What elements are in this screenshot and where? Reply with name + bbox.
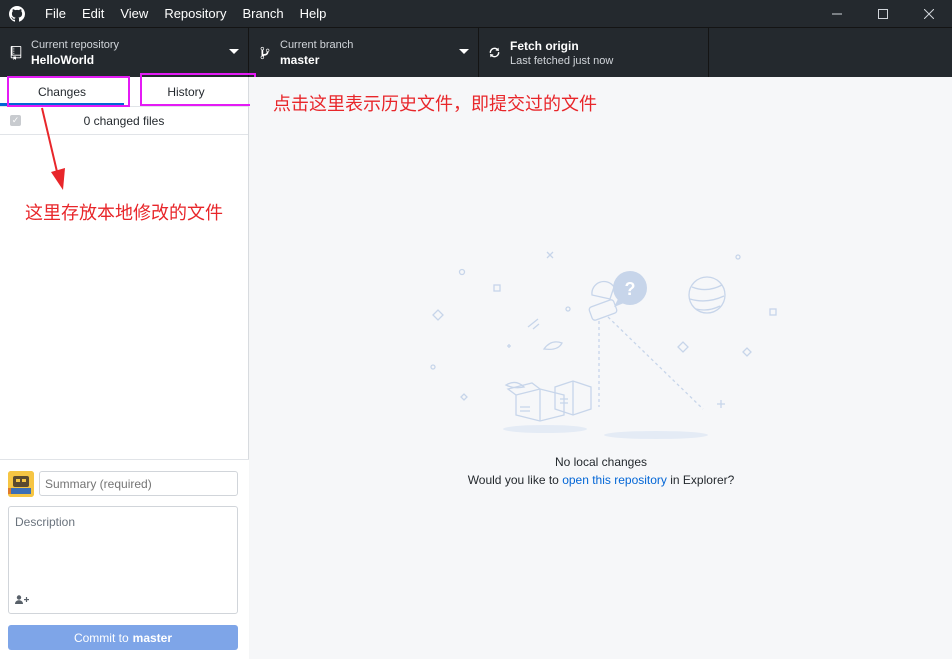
commit-button-label: Commit to [73, 630, 129, 645]
empty-state-illustration: ? [430, 251, 777, 439]
select-all-checkbox[interactable]: ✓ [10, 115, 21, 126]
menu-bar: File Edit View Repository Branch Help [37, 0, 334, 27]
svg-text:?: ? [625, 279, 636, 299]
commit-button-branch: master [132, 630, 173, 645]
menu-view[interactable]: View [112, 0, 156, 27]
changes-annotation: 这里存放本地修改的文件 [25, 203, 223, 224]
menu-file[interactable]: File [37, 0, 74, 27]
empty-state-text-after: in Explorer? [666, 473, 735, 487]
add-coauthor-icon[interactable] [15, 595, 29, 607]
empty-state-title: No local changes [554, 455, 648, 469]
sync-icon [479, 46, 510, 59]
toolbar: Current repository HelloWorld Current br… [0, 27, 952, 77]
github-logo-icon [0, 0, 34, 27]
minimize-icon [832, 13, 842, 14]
window-controls [814, 0, 952, 27]
chevron-down-icon [229, 49, 239, 54]
description-field[interactable]: Description [8, 506, 238, 614]
annotation-arrow-icon [41, 107, 65, 190]
branch-icon [249, 46, 280, 60]
maximize-icon [878, 8, 888, 19]
empty-state-text-before: Would you like to [467, 473, 563, 487]
changes-tab-highlight [7, 76, 130, 107]
avatar [8, 471, 34, 497]
close-icon [924, 8, 934, 19]
menu-branch[interactable]: Branch [234, 0, 291, 27]
close-button[interactable] [906, 0, 952, 27]
last-fetched-text: Last fetched just now [510, 54, 614, 67]
title-bar: File Edit View Repository Branch Help [0, 0, 952, 27]
current-repository-label: Current repository [31, 38, 120, 51]
history-annotation: 点击这里表示历史文件，即提交过的文件 [273, 94, 597, 115]
maximize-button[interactable] [860, 0, 906, 27]
fetch-origin-button[interactable]: Fetch origin Last fetched just now [479, 28, 709, 77]
commit-panel: Description Commit to master [0, 459, 249, 659]
empty-state-subtitle: Would you like to open this repository i… [250, 473, 952, 487]
summary-input[interactable] [39, 471, 238, 496]
current-repository-name: HelloWorld [31, 52, 95, 67]
chevron-down-icon [459, 49, 469, 54]
current-repository-dropdown[interactable]: Current repository HelloWorld [0, 28, 249, 77]
menu-help[interactable]: Help [292, 0, 335, 27]
menu-edit[interactable]: Edit [74, 0, 112, 27]
minimize-button[interactable] [814, 0, 860, 27]
repo-icon [0, 45, 31, 60]
history-tab-highlight [140, 73, 256, 106]
fetch-origin-title: Fetch origin [510, 38, 579, 53]
current-branch-dropdown[interactable]: Current branch master [249, 28, 479, 77]
main-area: ? No local changes Would you like to ope… [250, 77, 952, 659]
menu-repository[interactable]: Repository [156, 0, 234, 27]
current-branch-label: Current branch [280, 38, 354, 51]
description-placeholder: Description [15, 515, 76, 529]
commit-button[interactable]: Commit to master [8, 625, 238, 650]
open-repository-link[interactable]: open this repository [562, 473, 667, 487]
current-branch-name: master [280, 52, 320, 67]
